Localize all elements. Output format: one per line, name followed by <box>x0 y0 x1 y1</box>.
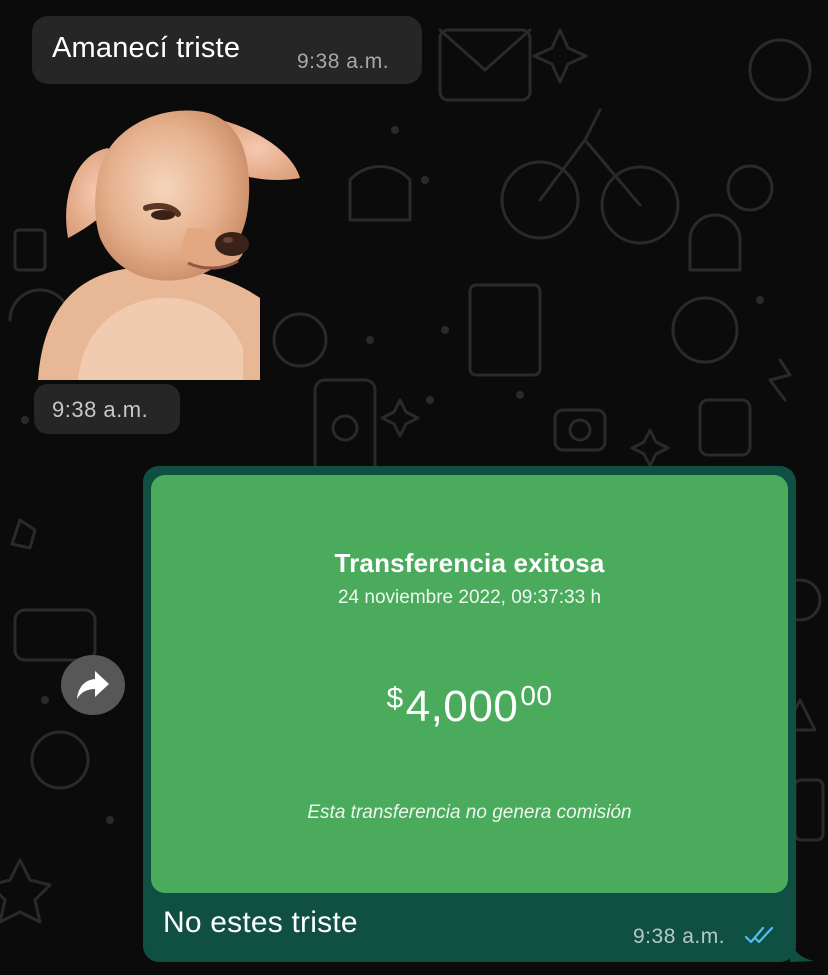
receipt-currency: $ <box>386 682 404 715</box>
receipt-amount-value: 4,000 <box>405 682 519 731</box>
transfer-receipt-image[interactable]: Transferencia exitosa 24 noviembre 2022,… <box>151 475 788 893</box>
outgoing-message-time: 9:38 a.m. <box>633 925 726 948</box>
outgoing-caption: No estes triste <box>163 906 358 939</box>
receipt-amount: $4,00000 <box>151 671 788 732</box>
forward-button[interactable] <box>61 655 125 715</box>
sad-puppy-sticker[interactable] <box>38 98 308 380</box>
receipt-note: Esta transferencia no genera comisión <box>307 802 632 823</box>
incoming-message-text: Amanecí triste <box>52 32 241 64</box>
sticker-time-badge: 9:38 a.m. <box>34 384 180 434</box>
incoming-message-bubble[interactable]: Amanecí triste 9:38 a.m. <box>32 16 422 84</box>
outgoing-image-message[interactable]: Transferencia exitosa 24 noviembre 2022,… <box>143 466 796 962</box>
read-receipt-icon <box>744 926 774 944</box>
incoming-message-time: 9:38 a.m. <box>297 50 390 73</box>
receipt-date: 24 noviembre 2022, 09:37:33 h <box>337 587 602 608</box>
outgoing-bubble-tail <box>790 938 814 962</box>
forward-arrow-icon <box>77 671 109 699</box>
receipt-amount-cents: 00 <box>520 680 553 711</box>
receipt-title: Transferencia exitosa <box>334 548 605 578</box>
sticker-time: 9:38 a.m. <box>52 397 149 422</box>
